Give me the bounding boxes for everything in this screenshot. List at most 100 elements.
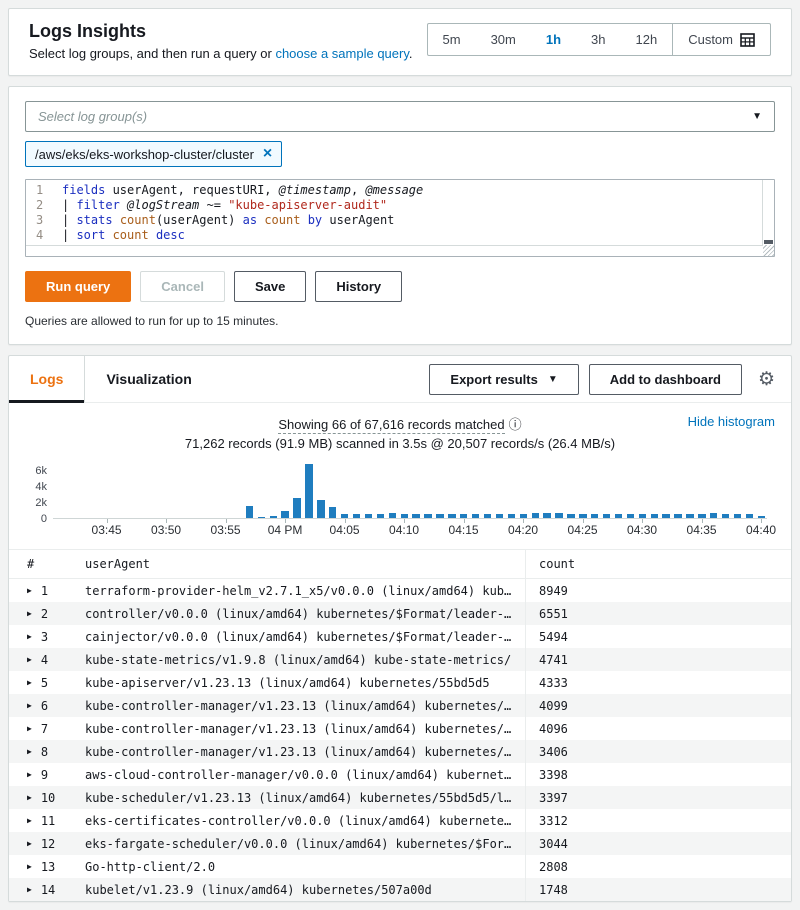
histogram-bar: [270, 516, 277, 518]
expand-row-icon[interactable]: ▶: [27, 701, 32, 710]
count-cell: 8949: [525, 579, 791, 602]
time-range-3h[interactable]: 3h: [576, 24, 620, 55]
histogram-bars: [53, 461, 767, 519]
useragent-cell: kube-controller-manager/v1.23.13 (linux/…: [85, 722, 525, 736]
count-cell: 2808: [525, 855, 791, 878]
tab-visualization[interactable]: Visualization: [85, 356, 212, 402]
results-table-header: # userAgent count: [9, 549, 791, 579]
row-index: 14: [41, 883, 55, 897]
histogram-bar: [532, 513, 539, 518]
export-results-label: Export results: [450, 372, 537, 387]
table-row: ▶14kubelet/v1.23.9 (linux/amd64) kuberne…: [9, 878, 791, 901]
x-tick-label: 04:25: [568, 523, 598, 537]
subtitle-prefix: Select log groups, and then run a query …: [29, 46, 275, 61]
query-line-1: 1fields userAgent, requestURI, @timestam…: [26, 183, 760, 198]
run-query-button[interactable]: Run query: [25, 271, 131, 302]
records-matched-text: Showing 66 of 67,616 records matched: [278, 417, 504, 434]
useragent-cell: eks-fargate-scheduler/v0.0.0 (linux/amd6…: [85, 837, 525, 851]
count-cell: 4099: [525, 694, 791, 717]
useragent-cell: kube-state-metrics/v1.9.8 (linux/amd64) …: [85, 653, 525, 667]
expand-row-icon[interactable]: ▶: [27, 862, 32, 871]
table-row: ▶13Go-http-client/2.02808: [9, 855, 791, 878]
expand-row-icon[interactable]: ▶: [27, 839, 32, 848]
line-number: 1: [26, 183, 56, 198]
histogram-bar: [424, 514, 431, 518]
expand-row-icon[interactable]: ▶: [27, 586, 32, 595]
histogram-bar: [401, 514, 408, 518]
add-to-dashboard-button[interactable]: Add to dashboard: [589, 364, 742, 395]
expand-row-icon[interactable]: ▶: [27, 770, 32, 779]
log-group-select[interactable]: Select log group(s) ▼: [25, 101, 775, 132]
row-index: 11: [41, 814, 55, 828]
histogram-bar: [258, 517, 265, 518]
y-tick-label: 4k: [35, 481, 47, 493]
histogram-bar: [496, 514, 503, 518]
log-group-tag: /aws/eks/eks-workshop-cluster/cluster ×: [25, 141, 282, 167]
remove-log-group-icon[interactable]: ×: [263, 146, 272, 162]
expand-row-icon[interactable]: ▶: [27, 885, 32, 894]
query-line-4: 4| sort count desc: [26, 228, 760, 243]
row-index: 1: [41, 584, 48, 598]
editor-resize-grip[interactable]: [763, 245, 774, 256]
histogram-bar: [603, 514, 610, 518]
row-index: 5: [41, 676, 48, 690]
results-table: # userAgent count ▶1terraform-provider-h…: [9, 549, 791, 901]
tab-logs[interactable]: Logs: [9, 356, 85, 402]
editor-scrollbar-thumb[interactable]: [764, 240, 773, 244]
col-header-count: count: [525, 550, 791, 578]
time-range-30m[interactable]: 30m: [476, 24, 531, 55]
count-cell: 4096: [525, 717, 791, 740]
histogram-bar: [377, 514, 384, 518]
export-results-button[interactable]: Export results ▼: [429, 364, 578, 395]
time-range-custom[interactable]: Custom: [672, 24, 770, 55]
query-lines: 1fields userAgent, requestURI, @timestam…: [26, 180, 774, 245]
expand-row-icon[interactable]: ▶: [27, 816, 32, 825]
histogram-bar: [436, 514, 443, 518]
table-row: ▶4kube-state-metrics/v1.9.8 (linux/amd64…: [9, 648, 791, 671]
expand-row-icon[interactable]: ▶: [27, 724, 32, 733]
expand-row-icon[interactable]: ▶: [27, 632, 32, 641]
editor-horizontal-scrollbar[interactable]: [26, 245, 774, 256]
useragent-cell: eks-certificates-controller/v0.0.0 (linu…: [85, 814, 525, 828]
info-icon[interactable]: ⓘ: [509, 417, 522, 432]
expand-row-icon[interactable]: ▶: [27, 655, 32, 664]
time-range-5m[interactable]: 5m: [428, 24, 476, 55]
expand-row-icon[interactable]: ▶: [27, 793, 32, 802]
row-index: 6: [41, 699, 48, 713]
page-subtitle: Select log groups, and then run a query …: [29, 46, 413, 61]
sample-query-link[interactable]: choose a sample query: [275, 46, 408, 61]
histogram-bar: [639, 514, 646, 518]
histogram-bar: [472, 514, 479, 518]
logs-insights-page: Logs Insights Select log groups, and the…: [0, 0, 800, 910]
time-range-1h[interactable]: 1h: [531, 24, 576, 55]
log-group-tag-label: /aws/eks/eks-workshop-cluster/cluster: [35, 147, 254, 162]
useragent-cell: kube-controller-manager/v1.23.13 (linux/…: [85, 745, 525, 759]
results-table-body: ▶1terraform-provider-helm_v2.7.1_x5/v0.0…: [9, 579, 791, 901]
scan-stats-line: 71,262 records (91.9 MB) scanned in 3.5s…: [9, 436, 791, 451]
histogram-bar: [508, 514, 515, 518]
expand-row-icon[interactable]: ▶: [27, 747, 32, 756]
hide-histogram-link[interactable]: Hide histogram: [688, 414, 775, 429]
histogram-bar: [674, 514, 681, 518]
histogram-bar: [698, 514, 705, 518]
useragent-cell: Go-http-client/2.0: [85, 860, 525, 874]
chevron-down-icon: ▼: [548, 374, 558, 385]
expand-row-icon[interactable]: ▶: [27, 678, 32, 687]
count-cell: 3398: [525, 763, 791, 786]
time-range-12h[interactable]: 12h: [621, 24, 673, 55]
y-tick-label: 2k: [35, 497, 47, 509]
log-group-placeholder: Select log group(s): [38, 109, 147, 124]
chevron-down-icon[interactable]: ▼: [752, 111, 762, 122]
gear-icon[interactable]: ⚙: [758, 370, 775, 389]
table-row: ▶12eks-fargate-scheduler/v0.0.0 (linux/a…: [9, 832, 791, 855]
save-button[interactable]: Save: [234, 271, 306, 302]
query-editor[interactable]: 1fields userAgent, requestURI, @timestam…: [25, 179, 775, 257]
expand-row-icon[interactable]: ▶: [27, 609, 32, 618]
histogram-y-axis: 02k4k6k: [17, 461, 53, 519]
histogram-bar: [627, 514, 634, 518]
histogram-bar: [448, 514, 455, 518]
editor-vertical-scrollbar[interactable]: [762, 180, 774, 245]
table-row: ▶7kube-controller-manager/v1.23.13 (linu…: [9, 717, 791, 740]
count-cell: 3044: [525, 832, 791, 855]
history-button[interactable]: History: [315, 271, 402, 302]
